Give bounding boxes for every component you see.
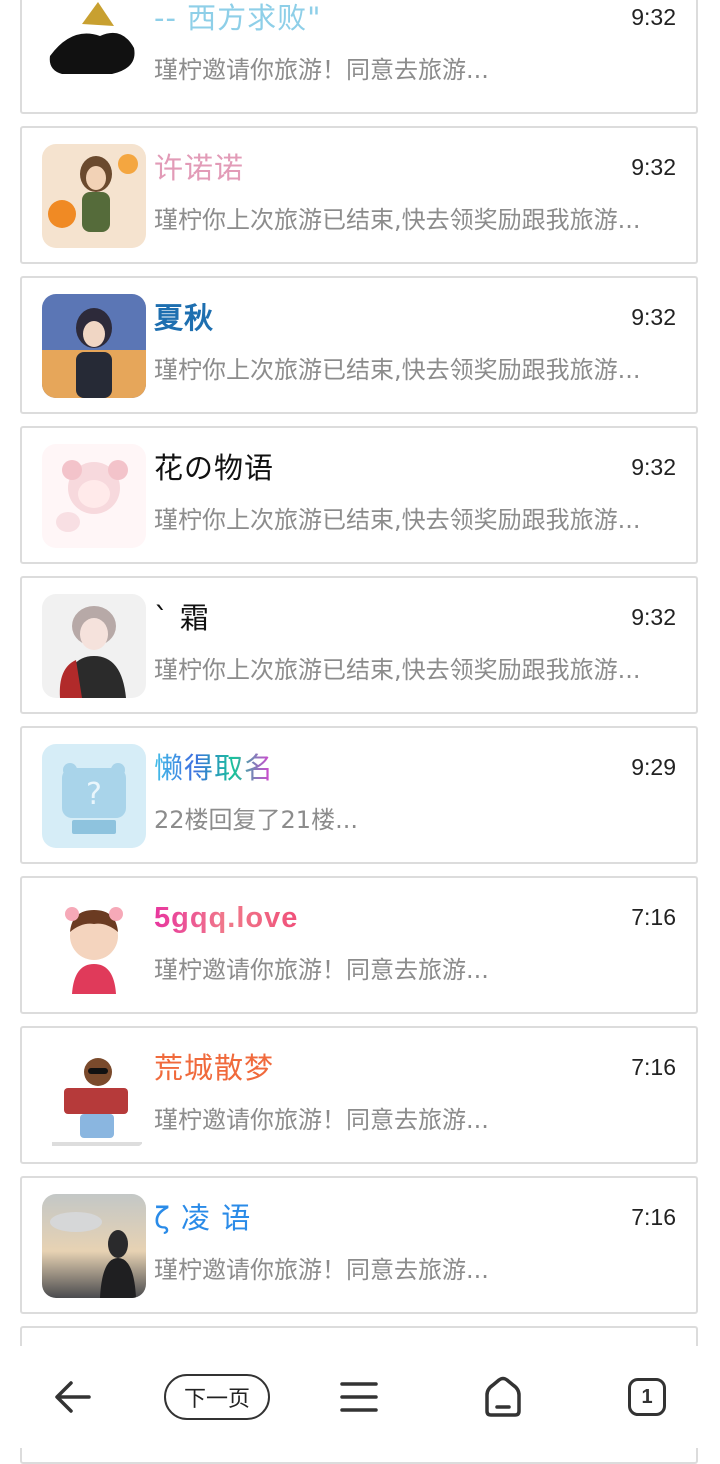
- bottom-navigation-bar: 下一页 1: [0, 1346, 720, 1448]
- message-time: 9:32: [631, 4, 676, 30]
- message-time: 7:16: [631, 1054, 676, 1080]
- tabs-count: 1: [641, 1385, 653, 1408]
- message-preview: 瑾柠你上次旅游已结束,快去领奖励跟我旅游...: [154, 656, 641, 684]
- message-time: 7:16: [631, 904, 676, 930]
- message-preview: 瑾柠你上次旅游已结束,快去领奖励跟我旅游...: [154, 506, 641, 534]
- avatar: [42, 594, 146, 698]
- message-card[interactable]: 花の物语 9:32 瑾柠你上次旅游已结束,快去领奖励跟我旅游...: [20, 426, 698, 564]
- sender-name: 5gqq.love: [154, 898, 298, 938]
- message-time: 9:32: [631, 304, 676, 330]
- sender-name: 懒得取名: [154, 748, 274, 788]
- message-preview: 瑾柠邀请你旅游！同意去旅游...: [154, 956, 489, 984]
- menu-button[interactable]: [326, 1346, 392, 1448]
- next-page-label: 下一页: [164, 1374, 270, 1420]
- avatar: [42, 444, 146, 548]
- svg-text:?: ?: [86, 777, 102, 812]
- message-card[interactable]: 许诺诺 9:32 瑾柠你上次旅游已结束,快去领奖励跟我旅游...: [20, 126, 698, 264]
- avatar: [42, 144, 146, 248]
- message-preview: 22楼回复了21楼...: [154, 806, 358, 834]
- sender-name: ˋ 霜: [154, 601, 210, 635]
- message-card[interactable]: -- 西方求败" 9:32 瑾柠邀请你旅游！同意去旅游...: [20, 0, 698, 114]
- sender-name: 夏秋: [154, 301, 215, 335]
- back-button[interactable]: [40, 1346, 106, 1448]
- message-time: 7:16: [631, 1204, 676, 1230]
- message-card[interactable]: ˋ 霜 9:32 瑾柠你上次旅游已结束,快去领奖励跟我旅游...: [20, 576, 698, 714]
- message-preview: 瑾柠邀请你旅游！同意去旅游...: [154, 1256, 489, 1284]
- avatar: [42, 894, 146, 998]
- message-card[interactable]: 荒城散梦 7:16 瑾柠邀请你旅游！同意去旅游...: [20, 1026, 698, 1164]
- avatar: [42, 294, 146, 398]
- sender-name: 荒城散梦: [154, 1051, 275, 1085]
- sender-name: 许诺诺: [154, 151, 245, 185]
- message-preview: 瑾柠你上次旅游已结束,快去领奖励跟我旅游...: [154, 356, 641, 384]
- message-preview: 瑾柠你上次旅游已结束,快去领奖励跟我旅游...: [154, 206, 641, 234]
- home-icon: [485, 1376, 521, 1417]
- message-time: 9:32: [631, 604, 676, 630]
- avatar: [42, 0, 146, 100]
- back-arrow-icon: [55, 1381, 91, 1413]
- message-preview: 瑾柠邀请你旅游！同意去旅游...: [154, 56, 489, 84]
- message-time: 9:32: [631, 454, 676, 480]
- home-button[interactable]: [470, 1346, 536, 1448]
- sender-name: -- 西方求败": [154, 1, 322, 35]
- avatar: ?: [42, 744, 146, 848]
- tabs-button[interactable]: 1: [614, 1346, 680, 1448]
- message-preview: 瑾柠邀请你旅游！同意去旅游...: [154, 1106, 489, 1134]
- message-card[interactable]: ? 懒得取名 9:29 22楼回复了21楼...: [20, 726, 698, 864]
- message-time: 9:32: [631, 154, 676, 180]
- avatar: [42, 1194, 146, 1298]
- tabs-count-icon: 1: [628, 1378, 666, 1416]
- sender-name: 花の物语: [154, 451, 275, 485]
- message-time: 9:29: [631, 754, 676, 780]
- avatar: [42, 1044, 146, 1148]
- message-card[interactable]: ζ 凌 语 7:16 瑾柠邀请你旅游！同意去旅游...: [20, 1176, 698, 1314]
- message-card[interactable]: 夏秋 9:32 瑾柠你上次旅游已结束,快去领奖励跟我旅游...: [20, 276, 698, 414]
- message-card[interactable]: 5gqq.love 7:16 瑾柠邀请你旅游！同意去旅游...: [20, 876, 698, 1014]
- menu-icon: [340, 1382, 378, 1412]
- next-page-button[interactable]: 下一页: [162, 1346, 272, 1448]
- sender-name: ζ 凌 语: [154, 1201, 252, 1235]
